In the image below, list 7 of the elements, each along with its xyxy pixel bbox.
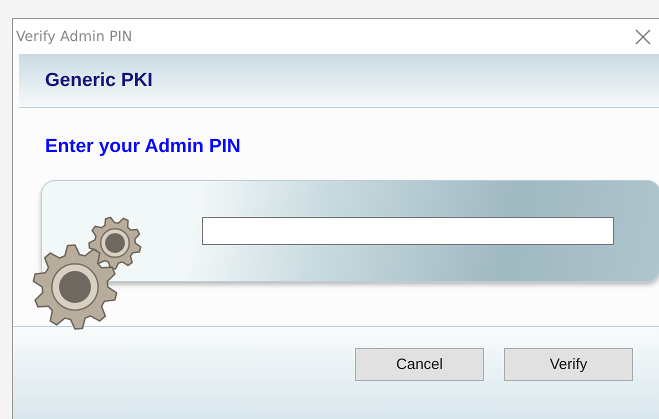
window-title: Verify Admin PIN <box>16 28 132 44</box>
header-title: Generic PKI <box>45 70 153 92</box>
pin-input-field[interactable] <box>202 217 614 245</box>
prompt-text: Enter your Admin PIN <box>45 136 242 158</box>
dialog-button[interactable]: Verify <box>504 348 633 381</box>
dialog-button[interactable]: Cancel <box>355 348 484 381</box>
close-icon[interactable] <box>635 28 651 44</box>
